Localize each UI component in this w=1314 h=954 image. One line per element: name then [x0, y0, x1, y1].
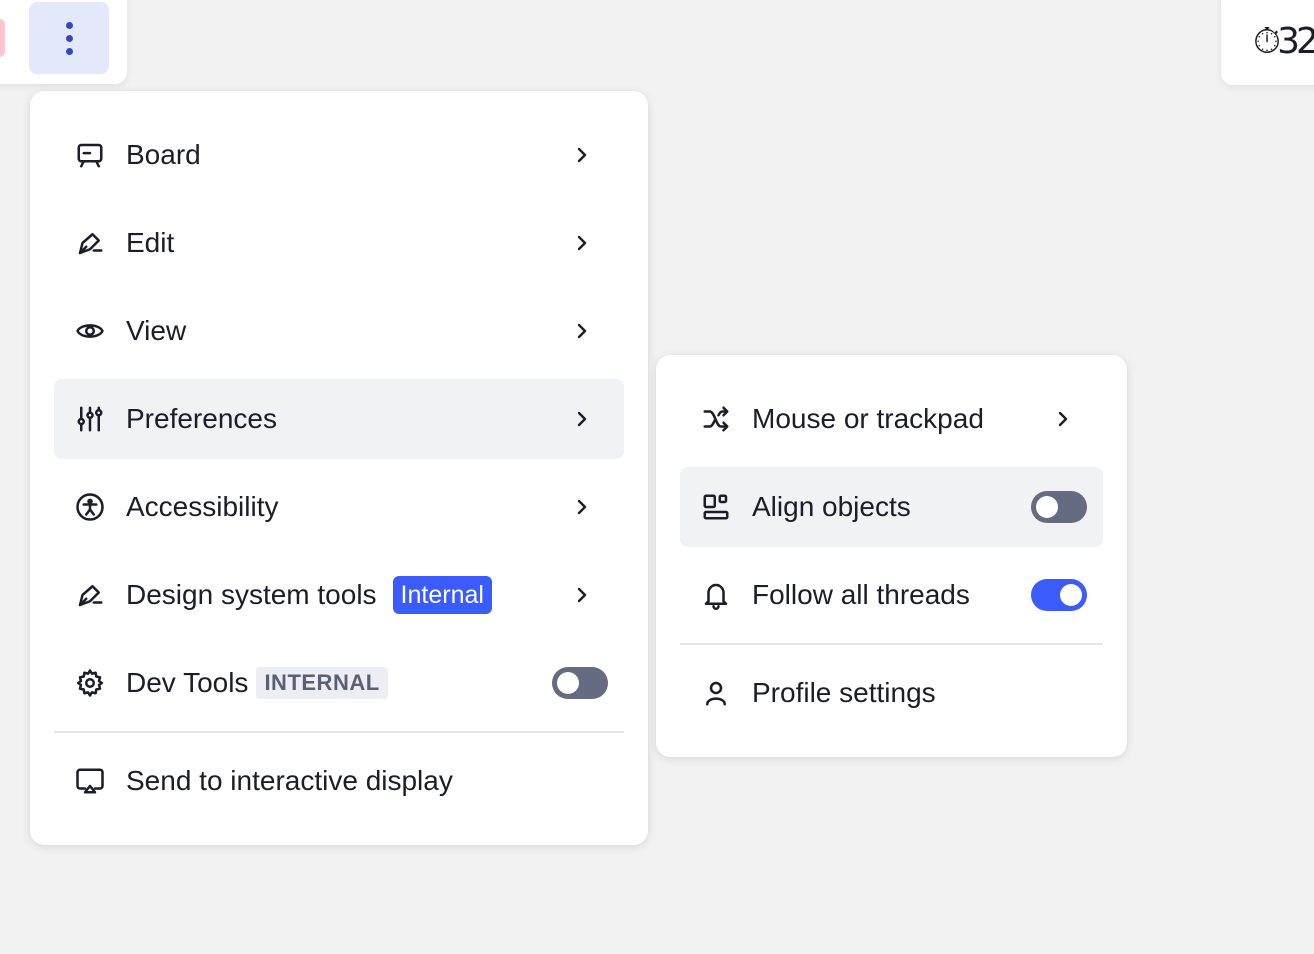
menu-item-label: Accessibility [126, 491, 279, 522]
timer-toolbar[interactable]: ⏱32 [1221, 0, 1314, 85]
dev-tools-toggle[interactable] [552, 667, 608, 699]
main-menu: Board Edit View Preferences Accessibilit… [30, 91, 648, 845]
submenu-item-follow-threads[interactable]: Follow all threads [680, 555, 1103, 635]
sliders-icon [74, 403, 106, 435]
menu-item-label: Board [126, 139, 201, 170]
chevron-right-icon [572, 407, 592, 431]
menu-item-label: Dev Tools [126, 667, 249, 698]
board-icon [74, 139, 106, 171]
submenu-item-label: Mouse or trackpad [752, 403, 984, 434]
preferences-submenu: Mouse or trackpad Align objects Follow a… [656, 355, 1127, 757]
menu-item-view[interactable]: View [54, 291, 624, 371]
menu-divider [54, 731, 624, 733]
submenu-item-label: Follow all threads [752, 579, 970, 610]
cast-icon [74, 765, 106, 797]
chevron-right-icon [572, 231, 592, 255]
menu-item-label-group: Design system tools Internal [126, 576, 492, 614]
more-menu-button[interactable] [29, 2, 109, 74]
menu-item-label: Preferences [126, 403, 277, 434]
toolbar-chip[interactable] [0, 19, 5, 57]
menu-item-design-system-tools[interactable]: Design system tools Internal [54, 555, 624, 635]
chevron-right-icon [1053, 407, 1073, 431]
menu-item-label: Send to interactive display [126, 765, 453, 796]
menu-item-board[interactable]: Board [54, 115, 624, 195]
menu-item-label: Edit [126, 227, 175, 258]
gear-icon [74, 667, 106, 699]
menu-item-dev-tools[interactable]: Dev Tools INTERNAL [54, 643, 624, 723]
bell-icon [700, 579, 732, 611]
pen-icon [74, 579, 106, 611]
submenu-item-align-objects[interactable]: Align objects [680, 467, 1103, 547]
user-icon [700, 677, 732, 709]
align-objects-icon [700, 491, 732, 523]
chevron-right-icon [572, 495, 592, 519]
chevron-right-icon [572, 583, 592, 607]
pen-icon [74, 227, 106, 259]
submenu-item-mouse-trackpad[interactable]: Mouse or trackpad [680, 379, 1103, 459]
align-objects-toggle[interactable] [1031, 491, 1087, 523]
chevron-right-icon [572, 143, 592, 167]
menu-item-label: Design system tools [126, 579, 377, 610]
submenu-item-profile-settings[interactable]: Profile settings [680, 653, 1103, 733]
menu-item-label-group: Dev Tools INTERNAL [126, 667, 388, 699]
menu-item-label: View [126, 315, 187, 346]
menu-item-send-to-display[interactable]: Send to interactive display [54, 741, 624, 821]
menu-item-edit[interactable]: Edit [54, 203, 624, 283]
shuffle-icon [700, 403, 732, 435]
follow-threads-toggle[interactable] [1031, 579, 1087, 611]
timer-display: ⏱32 [1253, 21, 1314, 62]
eye-icon [74, 315, 106, 347]
internal-badge: Internal [392, 576, 492, 614]
more-vertical-icon [65, 21, 73, 55]
menu-item-accessibility[interactable]: Accessibility [54, 467, 624, 547]
accessibility-icon [74, 491, 106, 523]
chevron-right-icon [572, 319, 592, 343]
submenu-item-label: Profile settings [752, 677, 936, 708]
submenu-item-label: Align objects [752, 491, 911, 522]
canvas: ⏱32 Board Edit View Preferences Accessib… [0, 0, 1314, 954]
internal-badge: INTERNAL [256, 667, 388, 699]
menu-item-preferences[interactable]: Preferences [54, 379, 624, 459]
submenu-divider [680, 643, 1103, 645]
